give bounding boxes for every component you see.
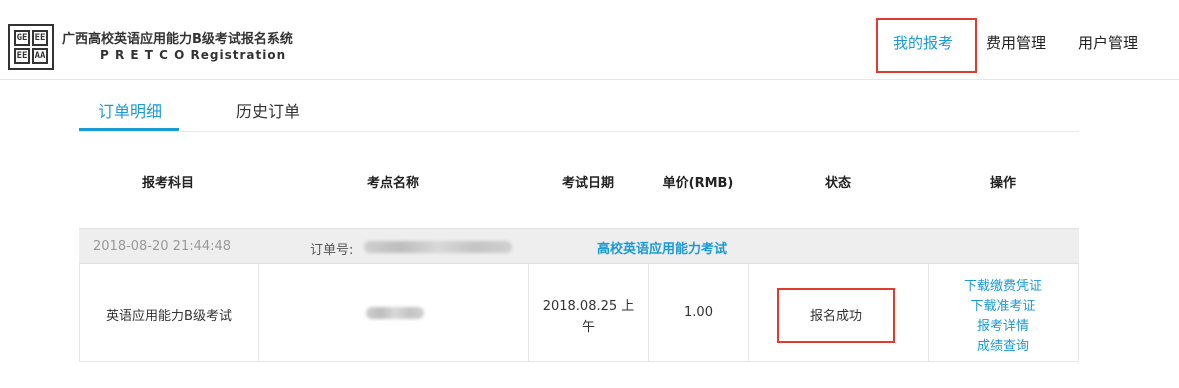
cell-subject: 英语应用能力B级考试: [106, 309, 232, 324]
tab-order-details[interactable]: 订单明细: [98, 98, 162, 122]
column-header-price: 单价(RMB): [662, 176, 734, 191]
order-number-label: 订单号:: [310, 243, 354, 258]
score-query-link[interactable]: 成绩查询: [928, 335, 1078, 354]
exam-details-link[interactable]: 报考详情: [928, 315, 1078, 334]
brand-title-en: P R E T C O Registration: [100, 48, 287, 62]
order-summary-bar: 2018-08-20 21:44:48 订单号: 高校英语应用能力考试: [79, 228, 1079, 264]
order-number-redacted: [364, 241, 512, 253]
logo-cell: GE: [14, 30, 30, 46]
nav-fee-management[interactable]: 费用管理: [986, 32, 1046, 53]
column-header-date: 考试日期: [561, 176, 615, 191]
logo-cell: AA: [32, 48, 48, 64]
column-divider: [748, 264, 749, 362]
tab-order-history[interactable]: 历史订单: [236, 98, 300, 122]
status-badge: 报名成功: [809, 309, 862, 324]
nav-my-exams[interactable]: 我的报考: [893, 32, 953, 53]
active-tab-indicator: [79, 128, 179, 131]
download-payment-receipt-link[interactable]: 下载缴费凭证: [928, 275, 1078, 294]
pretco-logo: GE EE EE AA: [8, 24, 54, 70]
download-admission-ticket-link[interactable]: 下载准考证: [928, 295, 1078, 314]
nav-user-management[interactable]: 用户管理: [1078, 32, 1138, 53]
column-header-subject: 报考科目: [141, 176, 195, 191]
cell-date-line1: 2018.08.25 上: [542, 299, 635, 314]
column-header-venue: 考点名称: [366, 176, 420, 191]
order-exam-name[interactable]: 高校英语应用能力考试: [597, 238, 727, 257]
column-header-actions: 操作: [989, 176, 1017, 191]
column-header-status: 状态: [824, 176, 852, 191]
cell-date-line2: 午: [581, 320, 595, 335]
column-divider: [258, 264, 259, 362]
logo-cell: EE: [32, 30, 48, 46]
order-time: 2018-08-20 21:44:48: [93, 239, 232, 254]
order-tabs: 订单明细 历史订单: [79, 80, 1079, 132]
venue-name-redacted: [366, 307, 424, 319]
brand-title-cn: 广西高校英语应用能力B级考试报名系统: [62, 32, 293, 47]
cell-price: 1.00: [684, 305, 713, 320]
logo-cell: EE: [14, 48, 30, 64]
